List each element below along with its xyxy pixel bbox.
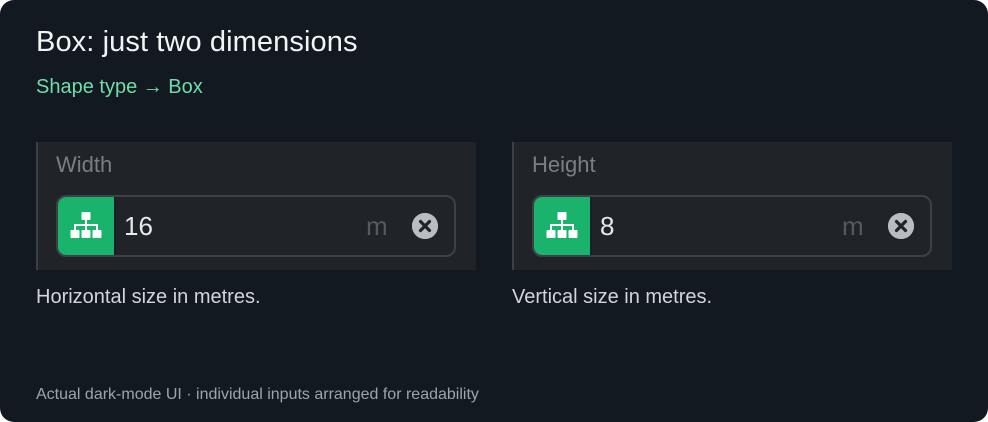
card-title: Box: just two dimensions bbox=[36, 26, 358, 58]
width-help-text: Horizontal size in metres. bbox=[36, 286, 261, 308]
width-unit-label: m bbox=[366, 211, 388, 241]
height-unit-label: m bbox=[842, 211, 864, 241]
clear-icon bbox=[888, 213, 914, 239]
height-prefix-button[interactable] bbox=[534, 197, 592, 255]
height-clear-button[interactable] bbox=[888, 213, 914, 239]
footer-note: Actual dark-mode UI · individual inputs … bbox=[36, 386, 479, 403]
width-field: Width m bbox=[36, 142, 476, 270]
clear-icon bbox=[412, 213, 438, 239]
width-clear-button[interactable] bbox=[412, 213, 438, 239]
height-input-group: m bbox=[532, 195, 932, 257]
hierarchy-icon bbox=[546, 212, 578, 238]
height-value-input[interactable] bbox=[600, 197, 830, 255]
height-field: Height m bbox=[512, 142, 952, 270]
height-help-text: Vertical size in metres. bbox=[512, 286, 713, 308]
width-value-input[interactable] bbox=[124, 197, 354, 255]
height-label: Height bbox=[532, 152, 596, 177]
width-prefix-button[interactable] bbox=[58, 197, 116, 255]
card: Box: just two dimensions Shape type → Bo… bbox=[0, 0, 988, 422]
width-label: Width bbox=[56, 152, 113, 177]
width-input-group: m bbox=[56, 195, 456, 257]
card-subtitle: Shape type → Box bbox=[36, 76, 203, 98]
hierarchy-icon bbox=[70, 212, 102, 238]
